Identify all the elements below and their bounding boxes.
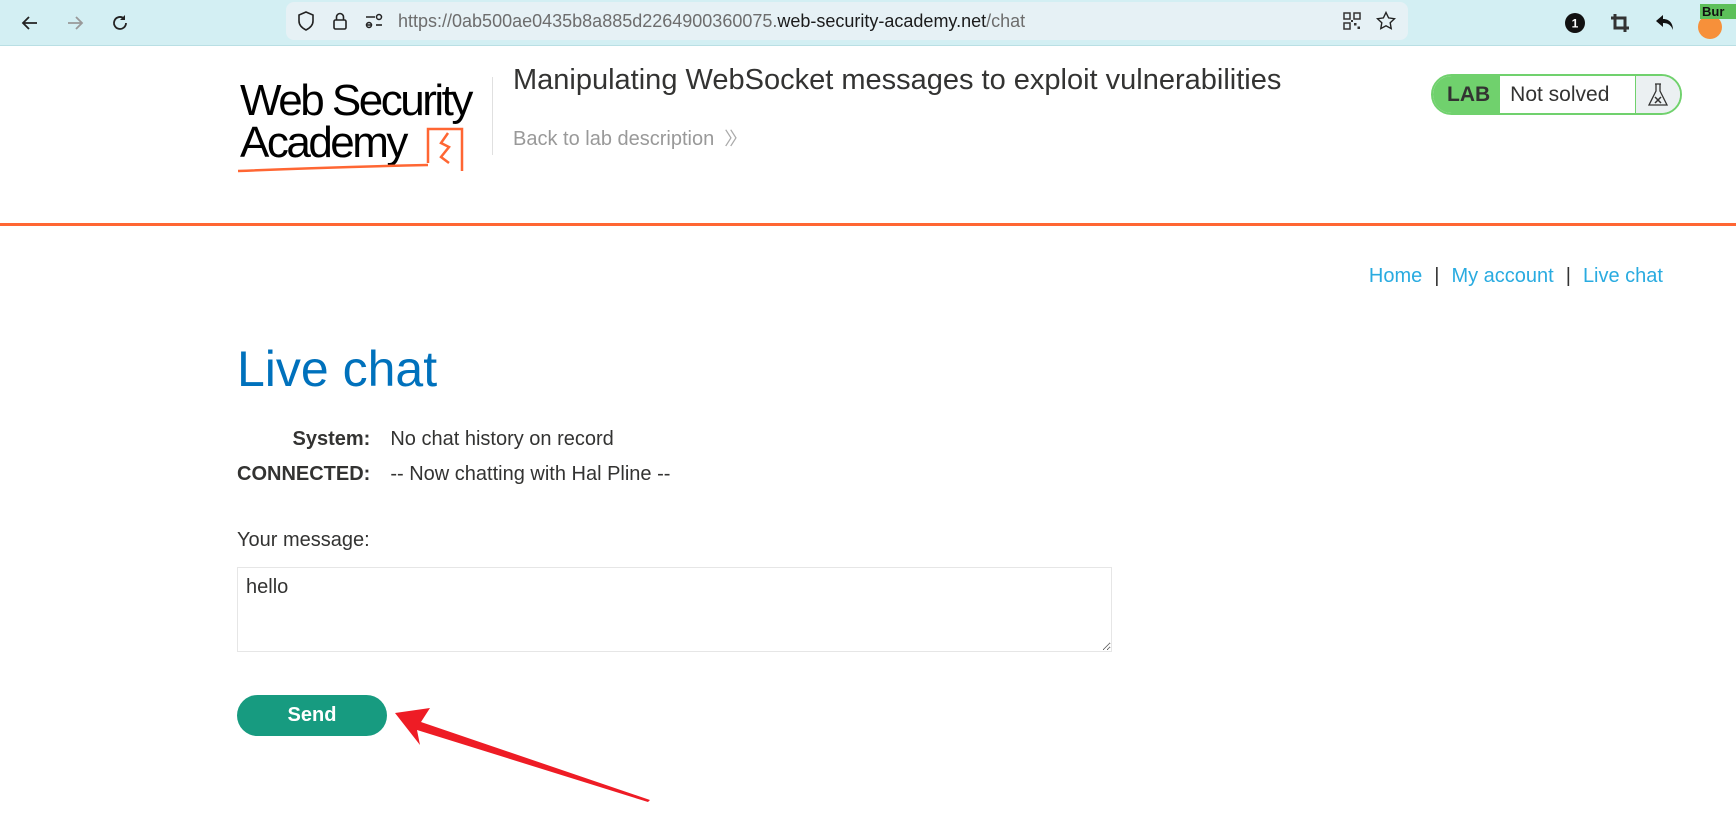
- lock-icon[interactable]: [330, 11, 350, 31]
- message-label: Your message:: [237, 529, 370, 551]
- crop-icon[interactable]: [1605, 8, 1635, 38]
- svg-text:1: 1: [1572, 17, 1579, 31]
- chat-log: System: No chat history on record CONNEC…: [237, 428, 670, 498]
- url-prefix: https://0ab500ae0435b8a885d2264900360075…: [398, 11, 778, 31]
- logo-divider: [492, 77, 493, 155]
- nav-separator: |: [1565, 265, 1571, 287]
- url-text[interactable]: https://0ab500ae0435b8a885d2264900360075…: [398, 11, 1025, 32]
- site-header: Web Security Academy Manipulating WebSoc…: [0, 47, 1736, 225]
- logo-line2: Academy: [240, 118, 408, 167]
- web-security-academy-logo[interactable]: Web Security Academy: [237, 71, 488, 181]
- back-icon: [21, 16, 37, 30]
- chat-message: CONNECTED: -- Now chatting with Hal Plin…: [237, 463, 670, 498]
- bookmark-star-icon[interactable]: [1376, 11, 1396, 31]
- burp-extension-icon[interactable]: Bur: [1696, 2, 1736, 42]
- lab-tag: LAB: [1433, 76, 1501, 113]
- top-navigation: Home | My account | Live chat: [1369, 265, 1663, 288]
- flask-icon: [1636, 76, 1681, 113]
- back-to-lab-description-link[interactable]: Back to lab description 〉〉: [513, 125, 747, 151]
- nav-separator: |: [1434, 265, 1440, 287]
- back-button[interactable]: [15, 8, 45, 38]
- shield-icon[interactable]: [296, 11, 316, 31]
- send-button[interactable]: Send: [237, 695, 387, 736]
- reload-button[interactable]: [105, 8, 135, 38]
- nav-live-chat-link[interactable]: Live chat: [1583, 265, 1663, 287]
- reload-icon: [113, 15, 127, 30]
- header-divider: [0, 223, 1736, 226]
- permissions-icon[interactable]: [364, 11, 384, 31]
- message-input[interactable]: hello: [237, 567, 1112, 652]
- nav-home-link[interactable]: Home: [1369, 265, 1422, 287]
- back-link-label: Back to lab description: [513, 128, 715, 150]
- forward-icon: [68, 16, 84, 30]
- address-bar[interactable]: https://0ab500ae0435b8a885d2264900360075…: [286, 2, 1408, 40]
- svg-text:Bur: Bur: [1702, 4, 1724, 19]
- chat-text: No chat history on record: [390, 428, 614, 450]
- chat-text: -- Now chatting with Hal Pline --: [390, 463, 671, 485]
- lab-title: Manipulating WebSocket messages to explo…: [513, 64, 1282, 96]
- chat-message: System: No chat history on record: [237, 428, 670, 463]
- lab-status-badge: LAB Not solved: [1431, 74, 1683, 115]
- notification-badge-icon[interactable]: 1: [1560, 8, 1590, 38]
- url-path: /chat: [986, 11, 1026, 31]
- url-host: web-security-academy.net: [777, 11, 987, 31]
- double-chevron-right-icon: 〉〉: [724, 129, 747, 149]
- page-title: Live chat: [237, 341, 438, 397]
- browser-toolbar: https://0ab500ae0435b8a885d2264900360075…: [0, 0, 1736, 46]
- forward-button[interactable]: [60, 8, 90, 38]
- chat-sender: CONNECTED:: [237, 463, 371, 485]
- chat-sender: System:: [292, 428, 371, 450]
- lab-status-text: Not solved: [1500, 76, 1637, 113]
- qr-code-icon[interactable]: [1342, 11, 1362, 31]
- nav-my-account-link[interactable]: My account: [1451, 265, 1553, 287]
- undo-icon[interactable]: [1650, 8, 1680, 38]
